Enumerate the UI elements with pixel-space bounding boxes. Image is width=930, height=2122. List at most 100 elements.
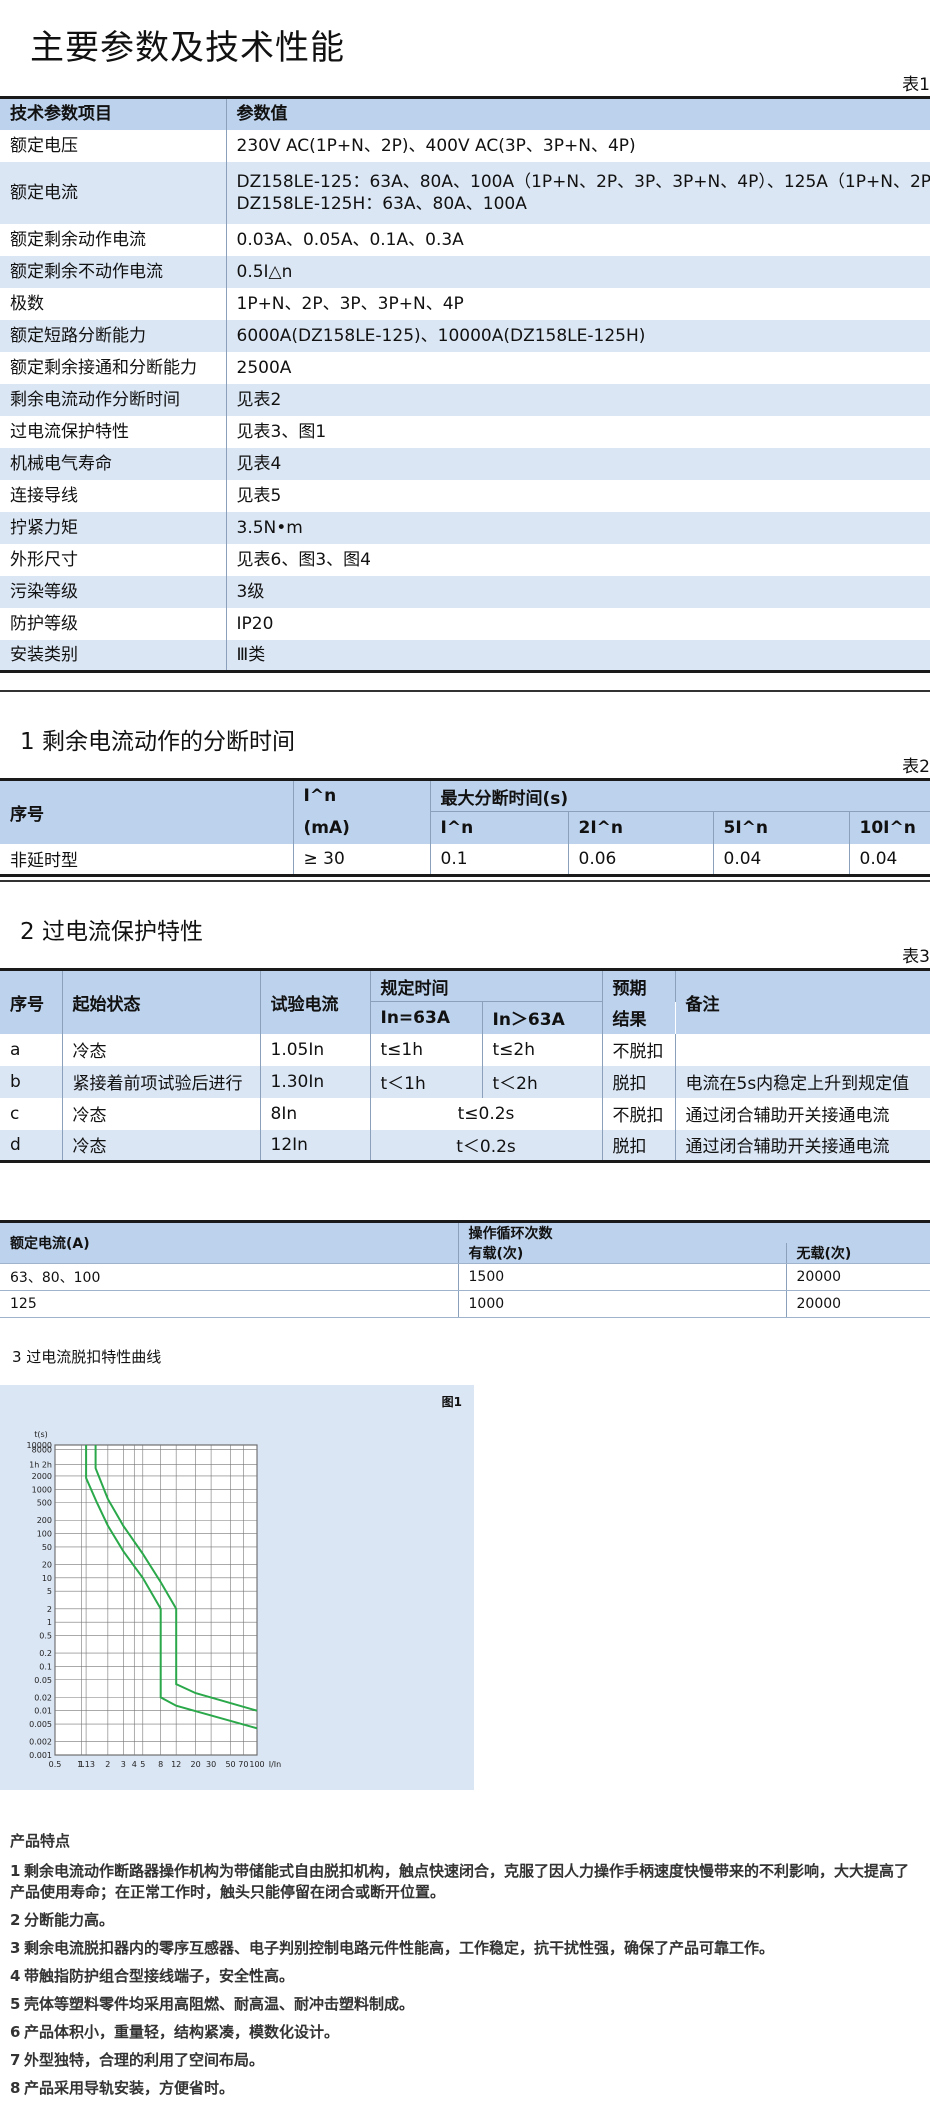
t1-param-name: 安装类别: [0, 639, 227, 672]
y-tick-label: 0.5: [39, 1631, 52, 1640]
feature-item: 1 剩余电流动作断路器操作机构为带储能式自由脱扣机构，触点快速闭合，克服了因人力操…: [10, 1861, 920, 1903]
feature-text: 外型独特，合理的利用了空间布局。: [24, 2051, 265, 2069]
t2-header-col: I^n: [430, 811, 569, 844]
t1-header-value: 参数值: [226, 97, 930, 130]
t3-cell: 脱扣: [602, 1065, 676, 1098]
t1-param-name: 防护等级: [0, 607, 227, 640]
t4-cell: 1000: [458, 1290, 787, 1318]
y-tick-label: 2: [47, 1605, 52, 1614]
t1-param-name: 额定剩余不动作电流: [0, 255, 227, 288]
x-tick-label: 12: [171, 1760, 181, 1769]
feature-item: 3 剩余电流脱扣器内的零序互感器、电子判别控制电路元件性能高，工作稳定，抗干扰性强…: [10, 1938, 920, 1959]
t4-cell: 63、80、100: [0, 1263, 459, 1291]
t1-param-name: 连接导线: [0, 479, 227, 512]
t1-param-value: 见表3、图1: [226, 416, 930, 448]
t1-param-value-line: Ⅲ类: [236, 644, 266, 665]
t3-cell: 冷态: [62, 1097, 261, 1130]
feature-number: 5: [10, 1995, 21, 2013]
t4-cell: 125: [0, 1290, 459, 1318]
t1-param-value-line: 见表5: [236, 485, 282, 506]
feature-number: 1: [10, 1862, 21, 1880]
feature-number: 4: [10, 1967, 21, 1985]
t3-cell: 通过闭合辅助开关接通电流: [685, 1106, 890, 1126]
t1-param-name: 污染等级: [0, 575, 227, 608]
t3-cell: d: [0, 1129, 63, 1162]
t3-cell: t≤1h: [370, 1033, 483, 1066]
t3-cell: 通过闭合辅助开关接通电流: [675, 1129, 930, 1162]
y-tick-label: 1: [47, 1618, 52, 1627]
x-tick-label: 70: [238, 1760, 248, 1769]
y-tick-label: 0.001: [29, 1751, 52, 1760]
t4-header-noload: 无载(次): [786, 1243, 930, 1264]
feature-text: 分断能力高。: [24, 1911, 115, 1929]
t1-param-value-line: 230V AC(1P+N、2P)、400V AC(3P、3P+N、4P): [236, 135, 636, 156]
t1-param-value-line: DZ158LE-125：63A、80A、100A（1P+N、2P、3P、3P+N…: [236, 171, 930, 192]
feature-number: 8: [10, 2079, 21, 2097]
trip-curve-chart: 0.5 11.13 2 3 4 5 8 12 20 30 50 70 1001000080001h 2h…: [27, 1430, 282, 1769]
t1-param-value: 3.5N•m: [226, 511, 930, 544]
t1-param-value: 1P+N、2P、3P、3P+N、4P: [226, 288, 930, 320]
t1-param-value-line: 3级: [236, 581, 265, 602]
section3-title: 3 过电流脱扣特性曲线: [12, 1348, 162, 1366]
feature-item: 2 分断能力高。: [10, 1910, 920, 1931]
t1-param-value-line: IP20: [236, 613, 274, 634]
section-divider: [0, 690, 930, 692]
table2-label: 表2: [902, 757, 930, 777]
t1-param-name: 额定剩余接通和分断能力: [0, 351, 227, 384]
t1-param-name: 额定剩余动作电流: [0, 223, 227, 256]
t1-param-value-line: 6000A(DZ158LE-125)、10000A(DZ158LE-125H): [236, 325, 646, 346]
table1-label: 表1: [902, 75, 930, 95]
feature-item: 8 产品采用导轨安装，方便省时。: [10, 2078, 920, 2099]
t3-header-current: 试验电流: [260, 969, 371, 1034]
x-axis-label: I/In: [269, 1760, 281, 1769]
life-table: 额定电流(A) 操作循环次数 有载(次) 无载(次) 63、80、100 150…: [0, 1220, 930, 1318]
t3-cell: c: [0, 1097, 63, 1130]
t3-header-state: 起始状态: [62, 969, 261, 1034]
t2-header-idn-unit: (mA): [293, 811, 431, 844]
t1-param-value-line: 0.5I△n: [236, 261, 293, 282]
t3-header-in63: In=63A: [370, 1001, 483, 1034]
t1-param-value-line: 见表4: [236, 453, 282, 474]
t3-cell: 冷态: [62, 1129, 261, 1162]
product-features: 产品特点 1 剩余电流动作断路器操作机构为带储能式自由脱扣机构，触点快速闭合，克服…: [10, 1830, 920, 2106]
features-list: 1 剩余电流动作断路器操作机构为带储能式自由脱扣机构，触点快速闭合，克服了因人力操…: [10, 1861, 920, 2099]
x-tick-label: 2: [105, 1760, 110, 1769]
feature-text: 带触指防护组合型接线端子，安全性高。: [24, 1967, 295, 1985]
t1-param-value-line: 见表2: [236, 389, 282, 410]
t1-param-value: 2500A: [226, 352, 930, 384]
t2-cell: 0.06: [568, 843, 714, 876]
t2-cell: 0.04: [713, 843, 850, 876]
feature-number: 7: [10, 2051, 21, 2069]
t3-header-result: 结果: [602, 1001, 675, 1034]
t3-header-time: 规定时间: [370, 969, 603, 1002]
feature-number: 3: [10, 1939, 21, 1957]
t1-param-value: Ⅲ类: [226, 639, 930, 672]
t2-cell: 0.1: [430, 843, 569, 876]
feature-text: 产品体积小，重量轻，结构紧凑，模数化设计。: [24, 2023, 340, 2041]
section2-title: 2 过电流保护特性: [20, 919, 203, 945]
t3-cell: b: [0, 1065, 63, 1098]
t3-header-no: 序号: [0, 969, 63, 1034]
feature-number: 2: [10, 1911, 21, 1929]
t1-param-name: 过电流保护特性: [0, 415, 227, 448]
x-tick-label: 20: [191, 1760, 201, 1769]
x-tick-label: 5: [140, 1760, 145, 1769]
t2-header-max: 最大分断时间(s): [430, 779, 930, 812]
y-tick-label: 5: [47, 1587, 52, 1596]
t3-cell: t＜0.2s: [370, 1129, 603, 1162]
t1-param-value: 见表2: [226, 383, 930, 416]
feature-item: 6 产品体积小，重量轻，结构紧凑，模数化设计。: [10, 2022, 920, 2043]
t2-header-col: 10I^n: [849, 811, 930, 844]
section-divider: [0, 880, 930, 882]
t3-header-in-gt63: In＞63A: [482, 1001, 603, 1034]
y-tick-label: 10: [42, 1574, 52, 1583]
y-tick-label: 500: [37, 1499, 52, 1508]
t1-param-name: 额定电流: [0, 161, 227, 224]
x-tick-label: 4: [132, 1760, 137, 1769]
t3-cell: t＜1h: [370, 1065, 483, 1098]
y-tick-label: 0.02: [34, 1693, 52, 1702]
t3-header-note: 备注: [675, 969, 930, 1034]
x-tick-label: 50: [225, 1760, 235, 1769]
y-tick-label: 0.2: [39, 1649, 52, 1658]
t1-param-value-line: 见表3、图1: [236, 421, 327, 442]
